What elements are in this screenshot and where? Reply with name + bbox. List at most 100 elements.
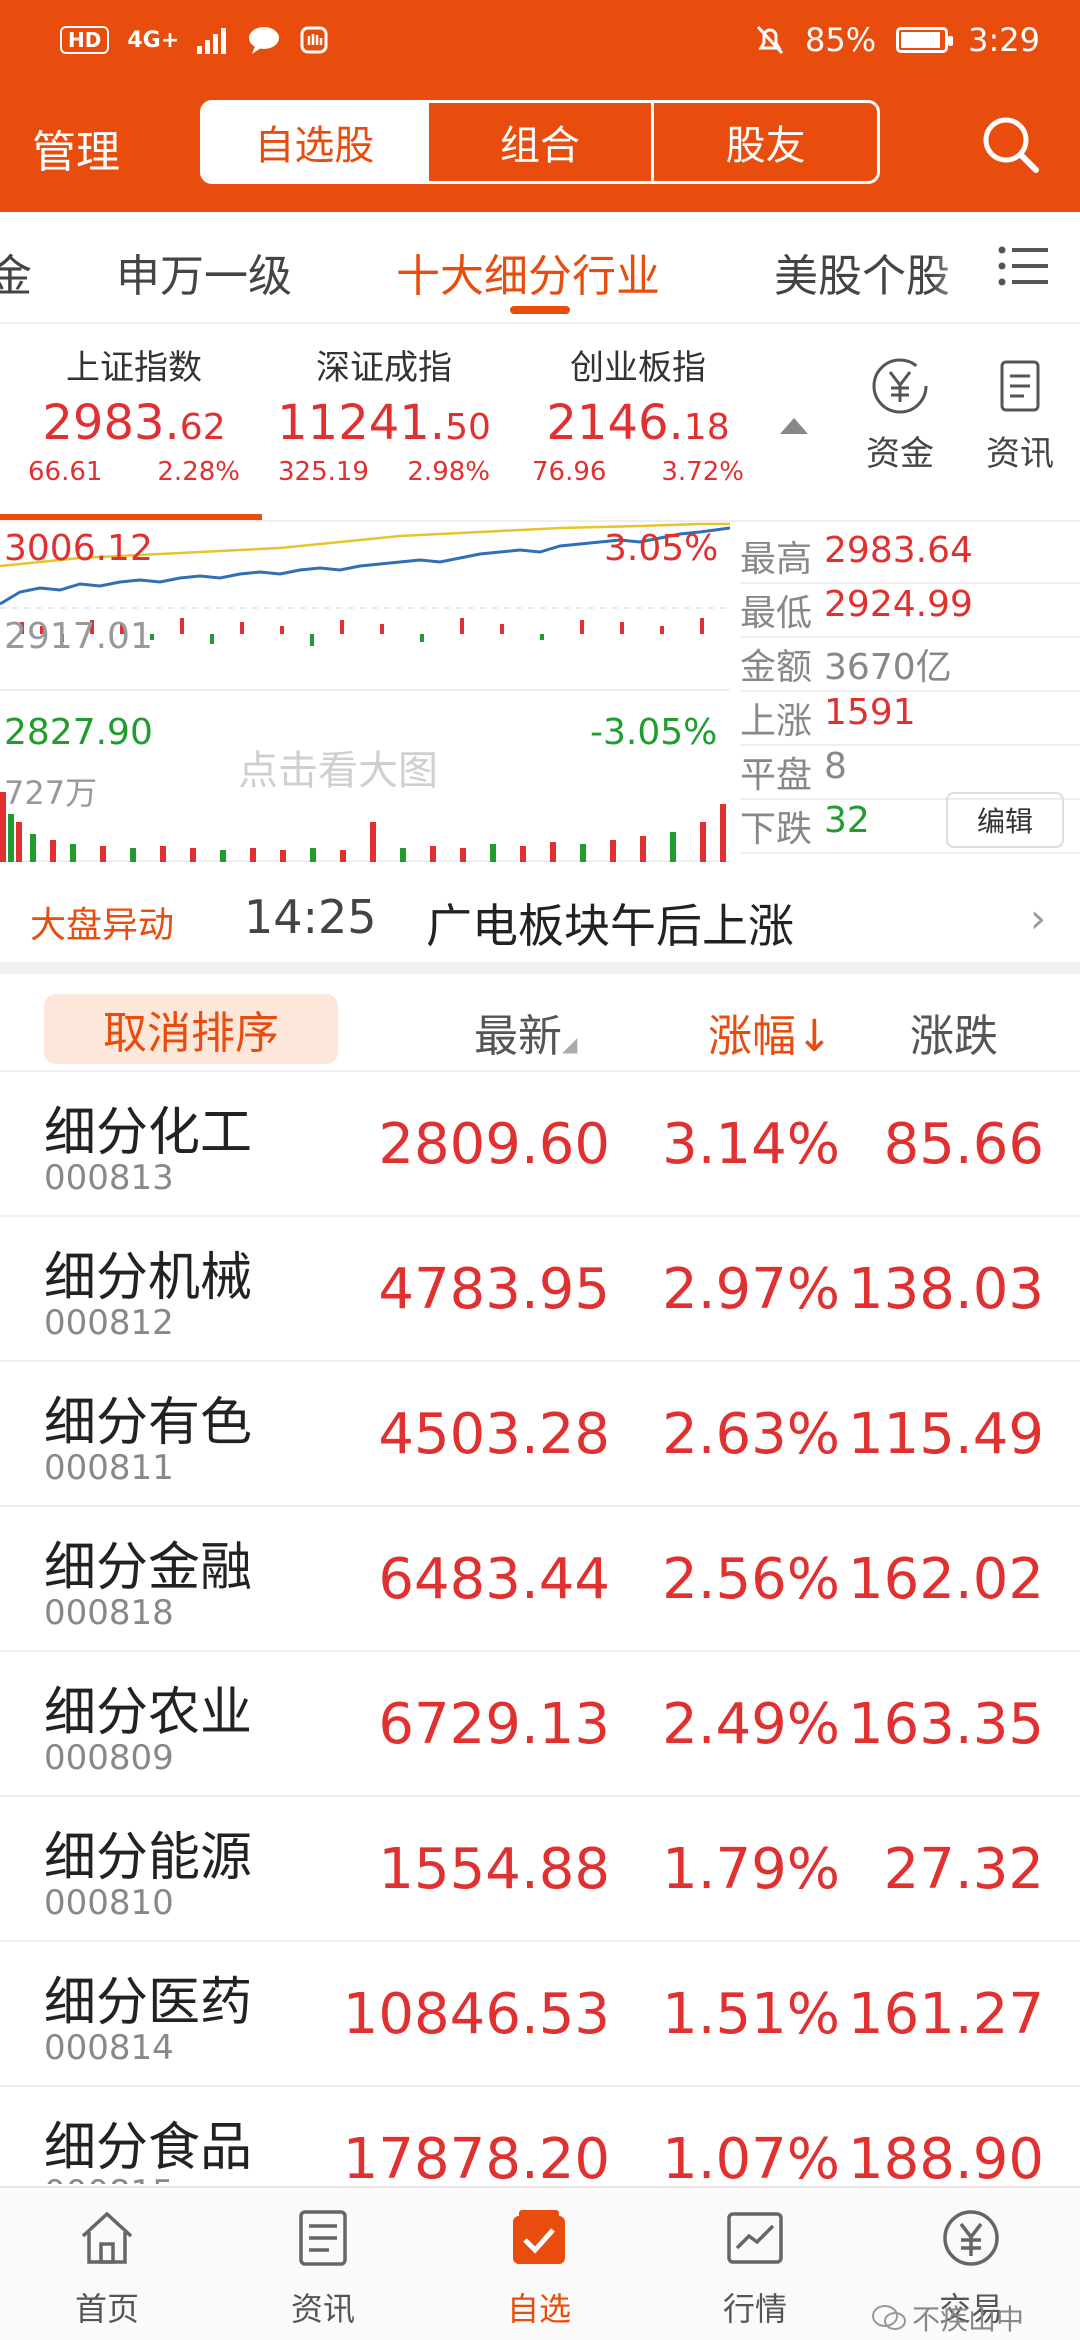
battery-percent: 85% (805, 21, 877, 59)
nav-label: 行情 (722, 2290, 787, 2328)
chart-high-label: 3006.12 (4, 528, 153, 569)
list-item[interactable]: 细分化工 000813 2809.60 3.14% 85.66 (0, 1072, 1080, 1217)
column-change[interactable]: 涨跌 (910, 1000, 998, 1064)
news-button[interactable]: 资讯 (970, 356, 1070, 475)
cancel-sort-button[interactable]: 取消排序 (44, 994, 338, 1064)
list-item[interactable]: 细分食品 000815 17878.20 1.07% 188.90 (0, 2087, 1080, 2184)
manage-button[interactable]: 管理 (32, 116, 120, 180)
news-doc-icon (299, 2210, 347, 2266)
item-change: 27.32 (883, 1837, 1044, 1902)
item-pct: 3.14% (662, 1112, 840, 1177)
collapse-triangle-icon[interactable] (780, 418, 808, 434)
index-value: 11241.50 (277, 395, 491, 451)
nav-label: 首页 (74, 2290, 139, 2328)
chat-bubble-icon (249, 27, 280, 54)
item-pct: 1.79% (662, 1837, 840, 1902)
list-menu-icon[interactable] (998, 244, 1048, 288)
clock: 3:29 (968, 21, 1040, 59)
item-pct: 2.63% (662, 1402, 840, 1467)
segment-portfolio[interactable]: 组合 (429, 103, 655, 181)
category-tabs: 金 申万一级 十大细分行业 美股个股 (0, 212, 1080, 324)
alert-message: 广电板块午后上涨 (426, 899, 794, 953)
intraday-chart-svg (0, 522, 730, 862)
edit-button[interactable]: 编辑 (946, 792, 1064, 848)
bottom-nav: 首页 资讯 自选 行情 交易 不疾山中 (0, 2186, 1080, 2340)
item-name: 细分机械 (44, 1248, 253, 1308)
item-latest: 1554.88 (378, 1837, 610, 1902)
view-large-chart-hint: 点击看大图 (238, 748, 438, 794)
index-change: 325.19 2.98% (278, 457, 490, 487)
list-header: 取消排序 最新◢ 涨幅↓ 涨跌 (0, 986, 1080, 1072)
index-chinext[interactable]: 创业板指 2146.18 76.96 3.72% (518, 340, 758, 487)
signal-icon (197, 28, 227, 54)
item-latest: 4783.95 (378, 1257, 610, 1322)
stat-amount: 金额 3670亿 (740, 638, 1080, 692)
item-code: 000813 (44, 1158, 174, 1198)
chart-high-pct: 3.05% (604, 528, 719, 569)
tab-shenwan[interactable]: 申万一级 (116, 240, 292, 304)
item-name: 细分金融 (44, 1538, 253, 1598)
chart-mid-label: 2917.01 (4, 616, 153, 657)
tab-fade (930, 212, 990, 322)
index-value: 2983.62 (42, 395, 226, 451)
list-item[interactable]: 细分医药 000814 10846.53 1.51% 161.27 (0, 1942, 1080, 2087)
network-indicator: 4G+ (127, 27, 180, 53)
item-name: 细分能源 (44, 1828, 253, 1888)
index-value: 2146.18 (546, 395, 730, 451)
list-item[interactable]: 细分金融 000818 6483.44 2.56% 162.02 (0, 1507, 1080, 1652)
market-alert-bar[interactable]: 大盘异动 14:25 广电板块午后上涨 › (0, 862, 1080, 974)
item-code: 000811 (44, 1448, 174, 1488)
tab-partial[interactable]: 金 (0, 240, 32, 304)
segment-watchlist[interactable]: 自选股 (203, 103, 429, 181)
item-code: 000812 (44, 1303, 174, 1343)
list-item[interactable]: 细分机械 000812 4783.95 2.97% 138.03 (0, 1217, 1080, 1362)
index-shenzhen[interactable]: 深证成指 11241.50 325.19 2.98% (264, 340, 504, 487)
item-change: 163.35 (848, 1692, 1044, 1757)
list-item[interactable]: 细分有色 000811 4503.28 2.63% 115.49 (0, 1362, 1080, 1507)
search-icon[interactable] (978, 112, 1042, 176)
index-name: 创业板指 (570, 348, 706, 388)
app-bar: 管理 自选股 组合 股友 (0, 80, 1080, 212)
item-change: 161.27 (848, 1982, 1044, 2047)
nav-home[interactable]: 首页 (32, 2206, 182, 2330)
nav-watchlist[interactable]: 自选 (464, 2206, 614, 2330)
column-latest[interactable]: 最新◢ (474, 1000, 577, 1064)
yuan-coin-icon (943, 2210, 999, 2266)
segment-control: 自选股 组合 股友 (200, 100, 880, 184)
item-name: 细分有色 (44, 1393, 253, 1453)
mute-bell-icon (756, 25, 784, 55)
segment-friends[interactable]: 股友 (654, 103, 877, 181)
column-change-pct[interactable]: 涨幅↓ (708, 1000, 833, 1064)
item-change: 162.02 (848, 1547, 1044, 1612)
item-code: 000809 (44, 1738, 174, 1778)
item-code: 000810 (44, 1883, 174, 1923)
list-item[interactable]: 细分农业 000809 6729.13 2.49% 163.35 (0, 1652, 1080, 1797)
news-label: 资讯 (986, 434, 1054, 474)
index-name: 深证成指 (316, 348, 452, 388)
list-item[interactable]: 细分能源 000810 1554.88 1.79% 27.32 (0, 1797, 1080, 1942)
nav-label: 自选 (506, 2290, 571, 2328)
nav-market[interactable]: 行情 (680, 2206, 830, 2330)
index-change: 76.96 3.72% (532, 457, 744, 487)
item-pct: 2.49% (662, 1692, 840, 1757)
tab-top-ten-industries[interactable]: 十大细分行业 (396, 240, 660, 304)
home-icon (81, 2211, 133, 2264)
item-name: 细分医药 (44, 1973, 253, 2033)
item-latest: 2809.60 (378, 1112, 610, 1177)
item-code: 000814 (44, 2028, 174, 2068)
chart-low-pct: -3.05% (590, 712, 718, 753)
index-change: 66.61 2.28% (28, 457, 240, 487)
hd-badge: HD (60, 26, 110, 54)
item-latest: 4503.28 (378, 1402, 610, 1467)
nav-news[interactable]: 资讯 (248, 2206, 398, 2330)
funds-button[interactable]: 资金 (850, 356, 950, 475)
item-latest: 17878.20 (342, 2127, 610, 2184)
item-code: 000818 (44, 1593, 174, 1633)
chart-line-icon (727, 2212, 783, 2264)
item-change: 138.03 (848, 1257, 1044, 1322)
index-shanghai[interactable]: 上证指数 2983.62 66.61 2.28% (14, 340, 254, 487)
tab-us-stocks[interactable]: 美股个股 (774, 240, 950, 304)
account-watermark: 不疾山中 (872, 2298, 1024, 2338)
tab-underline (510, 306, 570, 314)
mini-intraday-chart[interactable]: 3006.12 3.05% 2917.01 2827.90 -3.05% 727… (0, 522, 730, 862)
